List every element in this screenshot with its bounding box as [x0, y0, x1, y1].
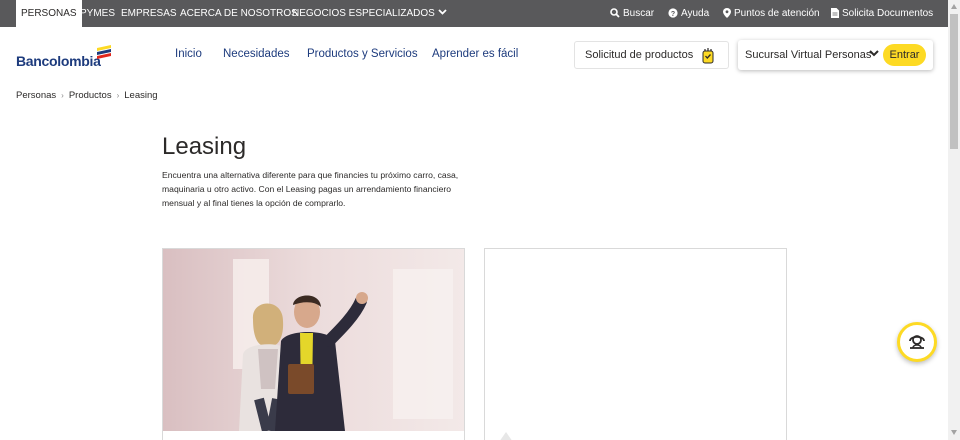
- segment-negocios[interactable]: NEGOCIOS ESPECIALIZADOS: [292, 0, 447, 27]
- breadcrumb-personas[interactable]: Personas: [16, 90, 56, 101]
- breadcrumb-productos[interactable]: Productos: [69, 90, 112, 101]
- solicitud-label: Solicitud de productos: [585, 49, 694, 61]
- segment-personas[interactable]: PERSONAS: [16, 0, 82, 27]
- chevron-down-icon[interactable]: [869, 50, 879, 57]
- scroll-down-arrow-icon[interactable]: [951, 430, 957, 435]
- top-segment-bar: PERSONAS PYMES EMPRESAS ACERCA DE NOSOTR…: [0, 0, 948, 27]
- search-icon: [610, 8, 620, 18]
- chat-assistant-button[interactable]: [897, 322, 937, 362]
- segment-negocios-label: NEGOCIOS ESPECIALIZADOS: [292, 8, 435, 19]
- nav-inicio[interactable]: Inicio: [175, 48, 202, 60]
- nav-necesidades[interactable]: Necesidades: [223, 48, 289, 60]
- solicitud-productos-button[interactable]: Solicitud de productos: [574, 41, 729, 69]
- content-card[interactable]: [484, 248, 787, 440]
- triangle-pointer-icon: [500, 432, 512, 440]
- product-request-icon: [702, 48, 714, 64]
- breadcrumb-leasing: Leasing: [124, 90, 158, 101]
- leasing-card[interactable]: [162, 248, 465, 440]
- help-link[interactable]: ? Ayuda: [668, 0, 709, 27]
- segment-empresas[interactable]: EMPRESAS: [121, 0, 177, 27]
- map-pin-icon: [723, 8, 731, 18]
- sucursal-virtual-box: Sucursal Virtual Personas Entrar: [738, 40, 933, 70]
- triangle-pointer-icon: [178, 432, 190, 440]
- segment-acerca[interactable]: ACERCA DE NOSOTROS: [180, 0, 298, 27]
- logo-text: Bancolombia: [16, 53, 101, 69]
- document-icon: [831, 8, 839, 18]
- page-title: Leasing: [162, 133, 247, 160]
- search-label: Buscar: [623, 8, 655, 19]
- breadcrumb-separator-icon: ›: [116, 91, 120, 100]
- main-header: Bancolombia Inicio Necesidades Productos…: [0, 27, 948, 83]
- sucursal-dropdown[interactable]: Sucursal Virtual Personas: [745, 49, 871, 61]
- question-circle-icon: ?: [668, 8, 678, 18]
- logo-mark-icon: [97, 45, 111, 59]
- segment-pymes[interactable]: PYMES: [80, 0, 115, 27]
- page-description: Encuentra una alternativa diferente para…: [162, 170, 459, 208]
- documents-label: Solicita Documentos: [842, 8, 934, 19]
- svg-text:?: ?: [671, 11, 675, 18]
- entrar-button[interactable]: Entrar: [883, 44, 926, 66]
- points-link[interactable]: Puntos de atención: [723, 0, 820, 27]
- nav-productos-servicios[interactable]: Productos y Servicios: [307, 48, 418, 60]
- documents-link[interactable]: Solicita Documentos: [831, 0, 933, 27]
- headset-icon: [909, 335, 925, 349]
- page-scrollbar[interactable]: [948, 0, 960, 440]
- breadcrumb-separator-icon: ›: [61, 91, 64, 100]
- scrollbar-thumb[interactable]: [950, 14, 958, 149]
- points-label: Puntos de atención: [734, 8, 820, 19]
- scroll-up-arrow-icon[interactable]: [951, 4, 957, 9]
- couple-photo: [163, 249, 464, 433]
- search-link[interactable]: Buscar: [610, 0, 654, 27]
- nav-aprender[interactable]: Aprender es fácil: [432, 48, 518, 60]
- breadcrumb: Personas › Productos › Leasing: [16, 90, 158, 101]
- help-label: Ayuda: [681, 8, 710, 19]
- chevron-down-icon: [438, 9, 447, 15]
